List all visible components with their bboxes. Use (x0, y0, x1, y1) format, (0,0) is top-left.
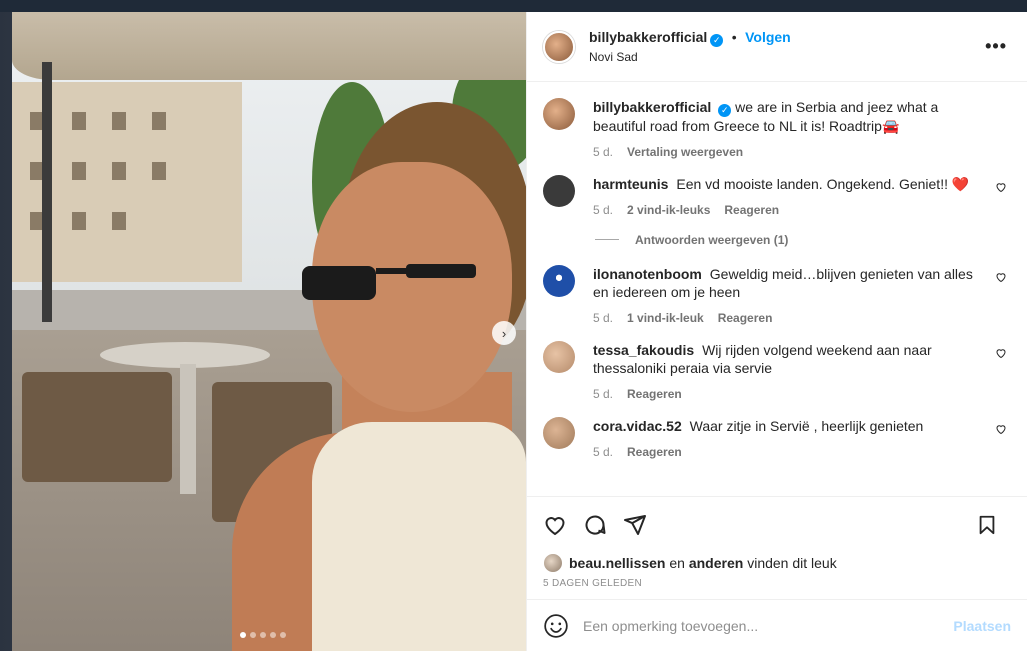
liker-avatar[interactable] (543, 553, 563, 573)
post-photo[interactable]: › (12, 12, 526, 651)
view-replies-label: Antwoorden weergeven (1) (635, 232, 789, 247)
carousel-dot (250, 632, 256, 638)
commenter-username[interactable]: tessa_fakoudis (593, 342, 694, 358)
likes-connector: en (669, 555, 685, 571)
commenter-username[interactable]: cora.vidac.52 (593, 418, 682, 434)
liker-username[interactable]: beau.nellissen (569, 555, 665, 571)
comment-text: Een vd mooiste landen. Ongekend. Geniet!… (676, 175, 970, 192)
caption: billybakkerofficial ✓ we are in Serbia an… (543, 98, 1011, 161)
post-location[interactable]: Novi Sad (589, 50, 791, 64)
replies-line (595, 239, 619, 240)
carousel-dot (270, 632, 276, 638)
verified-badge-icon: ✓ (718, 103, 732, 117)
comments-list[interactable]: billybakkerofficial ✓ we are in Serbia an… (527, 82, 1027, 496)
author-avatar[interactable] (543, 98, 575, 130)
photo-tank-top (312, 422, 526, 651)
reply-button[interactable]: Reageren (627, 443, 682, 461)
post-comment-button[interactable]: Plaatsen (953, 618, 1011, 634)
view-replies-button[interactable]: Antwoorden weergeven (1) (595, 233, 1011, 247)
like-comment-heart-icon[interactable] (995, 347, 1007, 359)
save-bookmark-icon[interactable] (973, 511, 1001, 539)
comment-likes-count[interactable]: 1 vind-ik-leuk (627, 309, 704, 327)
post-side-panel: billybakkerofficial ✓ • Volgen Novi Sad •… (526, 12, 1027, 651)
author-avatar[interactable] (543, 30, 575, 63)
comment-age: 5 d. (593, 202, 614, 217)
post-date[interactable]: 5 DAGEN GELEDEN (527, 574, 1027, 599)
photo-table-leg (180, 364, 196, 494)
comment-item: ilonanotenboom Geweldig meid…blijven gen… (543, 264, 1011, 327)
post-modal: › billybakkerofficial ✓ • Volgen Novi Sad… (12, 12, 1027, 651)
photo-pole (42, 62, 52, 322)
add-comment-bar: Plaatsen (527, 599, 1027, 651)
post-header: billybakkerofficial ✓ • Volgen Novi Sad •… (527, 12, 1027, 82)
share-paper-plane-icon[interactable] (621, 511, 649, 539)
follow-button[interactable]: Volgen (745, 29, 791, 45)
verified-badge-icon: ✓ (710, 34, 724, 47)
likes-others-link[interactable]: anderen (689, 555, 743, 571)
translate-link[interactable]: Vertaling weergeven (627, 143, 743, 161)
reply-button[interactable]: Reageren (718, 309, 773, 327)
photo-chair (22, 372, 172, 482)
carousel-dot (260, 632, 266, 638)
like-heart-icon[interactable] (541, 511, 569, 539)
comment-item: cora.vidac.52 Waar zitje in Servië , hee… (543, 416, 1011, 461)
comment-likes-count[interactable]: 2 vind-ik-leuks (627, 201, 710, 219)
caption-age: 5 d. (593, 144, 614, 159)
commenter-avatar[interactable] (543, 416, 575, 449)
chevron-right-icon: › (501, 325, 507, 341)
carousel-dots (240, 632, 286, 638)
comment-text: Waar zitje in Servië , heerlijk genieten (689, 417, 924, 434)
commenter-username[interactable]: harmteunis (593, 176, 668, 192)
comment-age: 5 d. (593, 310, 614, 325)
commenter-avatar[interactable] (543, 340, 575, 373)
comment-item: tessa_fakoudis Wij rijden volgend weeken… (543, 340, 1011, 403)
like-comment-heart-icon[interactable] (995, 423, 1007, 435)
commenter-username[interactable]: ilonanotenboom (593, 266, 702, 282)
caption-username[interactable]: billybakkerofficial (593, 99, 711, 115)
author-username[interactable]: billybakkerofficial (589, 29, 707, 45)
commenter-avatar[interactable] (543, 264, 575, 297)
sunglasses-shape (302, 264, 476, 300)
next-photo-button[interactable]: › (492, 321, 516, 345)
commenter-avatar[interactable] (543, 174, 575, 207)
separator-bullet: • (731, 29, 737, 45)
comment-item: harmteunis Een vd mooiste landen. Ongeke… (543, 174, 1011, 219)
photo-umbrella (12, 12, 526, 80)
reply-button[interactable]: Reageren (627, 385, 682, 403)
feed-behind-strip (0, 0, 1027, 12)
carousel-dot (280, 632, 286, 638)
comment-bubble-icon[interactable] (581, 511, 609, 539)
comment-input[interactable] (583, 617, 954, 634)
post-actions-bar (527, 496, 1027, 552)
like-comment-heart-icon[interactable] (995, 271, 1007, 283)
more-options-icon[interactable]: ••• (985, 36, 1007, 57)
emoji-smiley-icon[interactable] (543, 613, 569, 639)
likes-summary: beau.nellissen en anderen vinden dit leu… (527, 552, 1027, 574)
like-comment-heart-icon[interactable] (995, 181, 1007, 193)
carousel-dot (240, 632, 246, 638)
comment-age: 5 d. (593, 386, 614, 401)
likes-suffix: vinden dit leuk (747, 555, 837, 571)
reply-button[interactable]: Reageren (724, 201, 779, 219)
comment-age: 5 d. (593, 444, 614, 459)
